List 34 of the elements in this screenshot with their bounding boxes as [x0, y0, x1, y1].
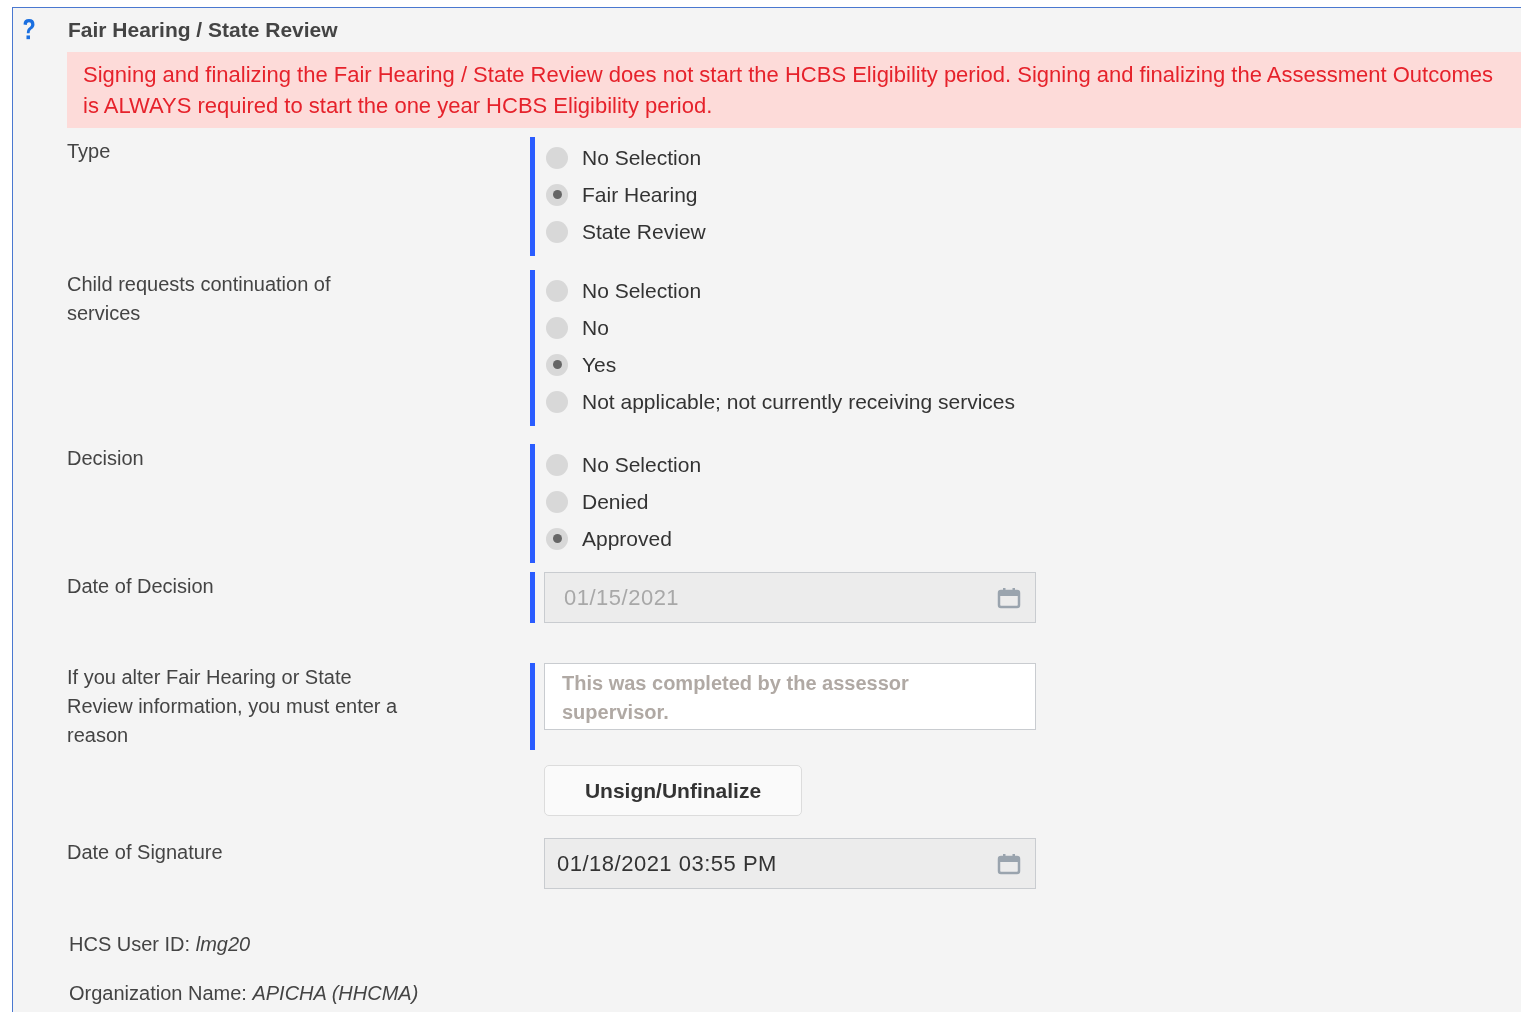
radio-button[interactable]	[546, 390, 568, 413]
radio-option[interactable]: Not applicable; not currently receiving services	[544, 383, 1016, 420]
field-label: Child requests continuation of services	[67, 272, 332, 326]
date-field[interactable]: 01/18/2021 03:55 PM	[544, 838, 1036, 889]
field-label: Date of Decision	[67, 574, 215, 599]
radio-option[interactable]: Denied	[544, 483, 702, 520]
radio-button[interactable]	[546, 279, 568, 302]
info-text: Organization Name: APICHA (HHCMA)	[69, 982, 420, 1006]
field-label: Type	[67, 139, 112, 164]
radio-button[interactable]	[546, 146, 568, 169]
radio-option[interactable]: State Review	[544, 213, 706, 250]
unsign-button[interactable]: Unsign/Unfinalize	[544, 765, 802, 816]
field-label: Date of Signature	[67, 840, 224, 865]
field-label: If you alter Fair Hearing or State Review information, you must enter a reason	[67, 665, 399, 748]
radio-button[interactable]	[546, 183, 568, 206]
radio-option[interactable]: No	[544, 309, 1016, 346]
section-title: Fair Hearing / State Review	[68, 18, 338, 42]
radio-option[interactable]: Approved	[544, 520, 702, 557]
radio-option[interactable]: Yes	[544, 346, 1016, 383]
field-label: Decision	[67, 446, 145, 471]
radio-button[interactable]	[546, 490, 568, 513]
radio-button[interactable]	[546, 527, 568, 550]
radio-option[interactable]: No Selection	[544, 139, 706, 176]
radio-option[interactable]: Fair Hearing	[544, 176, 706, 213]
help-icon[interactable]	[21, 18, 37, 42]
warning-message: Signing and finalizing the Fair Hearing / State Review does not start the HCBS Eligibility period. Signing and finalizing the Assessment Outcomes is ALWAYS required to start the one year HCBS Eligibility period.	[67, 52, 1521, 128]
radio-button[interactable]	[546, 316, 568, 339]
radio-button[interactable]	[546, 453, 568, 476]
info-text: HCS User ID: lmg20	[69, 933, 252, 957]
radio-option[interactable]: No Selection	[544, 446, 702, 483]
radio-button[interactable]	[546, 353, 568, 376]
calendar-icon[interactable]	[997, 852, 1021, 875]
radio-option[interactable]: No Selection	[544, 272, 1016, 309]
radio-button[interactable]	[546, 220, 568, 243]
